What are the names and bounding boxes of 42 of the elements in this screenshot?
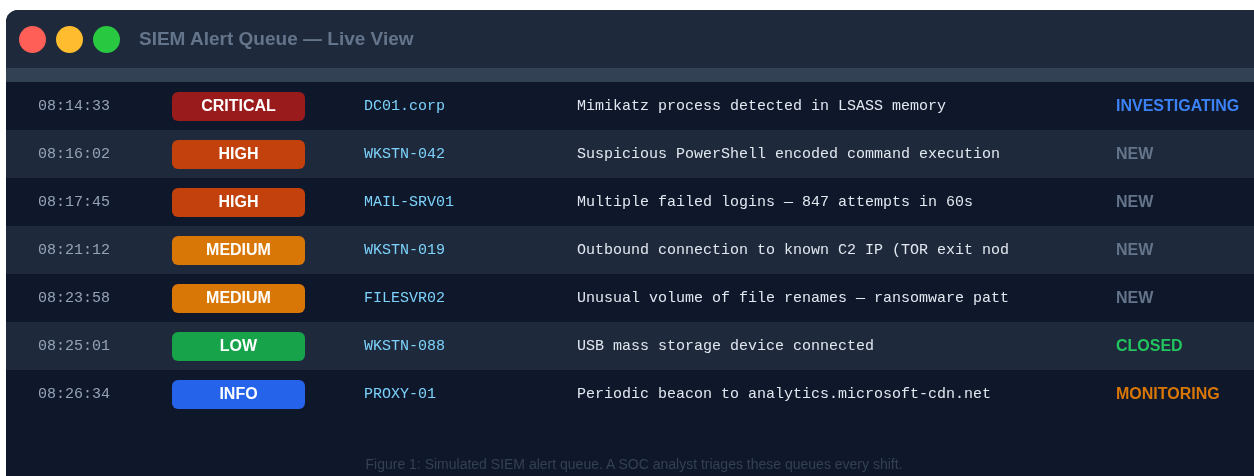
alert-status: NEW bbox=[1116, 241, 1154, 259]
host-name: MAIL-SRV01 bbox=[364, 193, 455, 211]
alert-time: 08:16:02 bbox=[37, 145, 111, 163]
window-title: SIEM Alert Queue — Live View bbox=[139, 28, 414, 50]
host-name: WKSTN-019 bbox=[364, 241, 446, 259]
alert-description: USB mass storage device connected bbox=[577, 337, 876, 355]
alert-time: 08:23:58 bbox=[37, 289, 111, 307]
alert-time: 08:25:01 bbox=[37, 337, 111, 355]
alert-time: 08:21:12 bbox=[37, 241, 111, 259]
severity-badge: LOW bbox=[172, 331, 305, 361]
alert-description: Multiple failed logins — 847 attempts in 60s bbox=[577, 193, 975, 211]
host-name: DC01.corp bbox=[364, 97, 446, 115]
close-icon[interactable] bbox=[19, 25, 46, 53]
alert-time: 08:26:34 bbox=[37, 385, 111, 403]
maximize-icon[interactable] bbox=[93, 25, 120, 53]
alert-description: Unusual volume of file renames — ransomware patt bbox=[577, 289, 1011, 307]
alert-status: NEW bbox=[1116, 289, 1154, 307]
severity-badge: HIGH bbox=[172, 187, 305, 217]
alert-time: 08:14:33 bbox=[37, 97, 111, 115]
alert-row[interactable]: 08:16:02 HIGH WKSTN-042 Suspicious PowerShell encoded command execution NEW bbox=[6, 130, 1254, 178]
host-name: PROXY-01 bbox=[364, 385, 437, 403]
alert-row[interactable]: 08:21:12 MEDIUM WKSTN-019 Outbound connection to known C2 IP (TOR exit nod NEW bbox=[6, 226, 1254, 274]
host-name: WKSTN-042 bbox=[364, 145, 446, 163]
alert-time: 08:17:45 bbox=[37, 193, 111, 211]
severity-badge: CRITICAL bbox=[172, 91, 305, 121]
alert-row[interactable]: 08:25:01 LOW WKSTN-088 USB mass storage device connected CLOSED bbox=[6, 322, 1254, 370]
minimize-icon[interactable] bbox=[56, 25, 83, 53]
severity-badge: HIGH bbox=[172, 139, 305, 169]
alert-status: CLOSED bbox=[1116, 337, 1183, 355]
alert-description: Outbound connection to known C2 IP (TOR exit nod bbox=[577, 241, 1011, 259]
alert-description: Periodic beacon to analytics.microsoft-cdn.net bbox=[577, 385, 993, 403]
alert-status: NEW bbox=[1116, 145, 1154, 163]
severity-badge: MEDIUM bbox=[172, 283, 305, 313]
alert-description: Mimikatz process detected in LSASS memory bbox=[577, 97, 948, 115]
alert-status: MONITORING bbox=[1116, 385, 1220, 403]
host-name: FILESVR02 bbox=[364, 289, 446, 307]
alert-status: NEW bbox=[1116, 193, 1154, 211]
severity-badge: MEDIUM bbox=[172, 235, 305, 265]
host-name: WKSTN-088 bbox=[364, 337, 446, 355]
severity-badge: INFO bbox=[172, 379, 305, 409]
alert-description: Suspicious PowerShell encoded command execution bbox=[577, 145, 1002, 163]
alert-status: INVESTIGATING bbox=[1116, 97, 1240, 115]
